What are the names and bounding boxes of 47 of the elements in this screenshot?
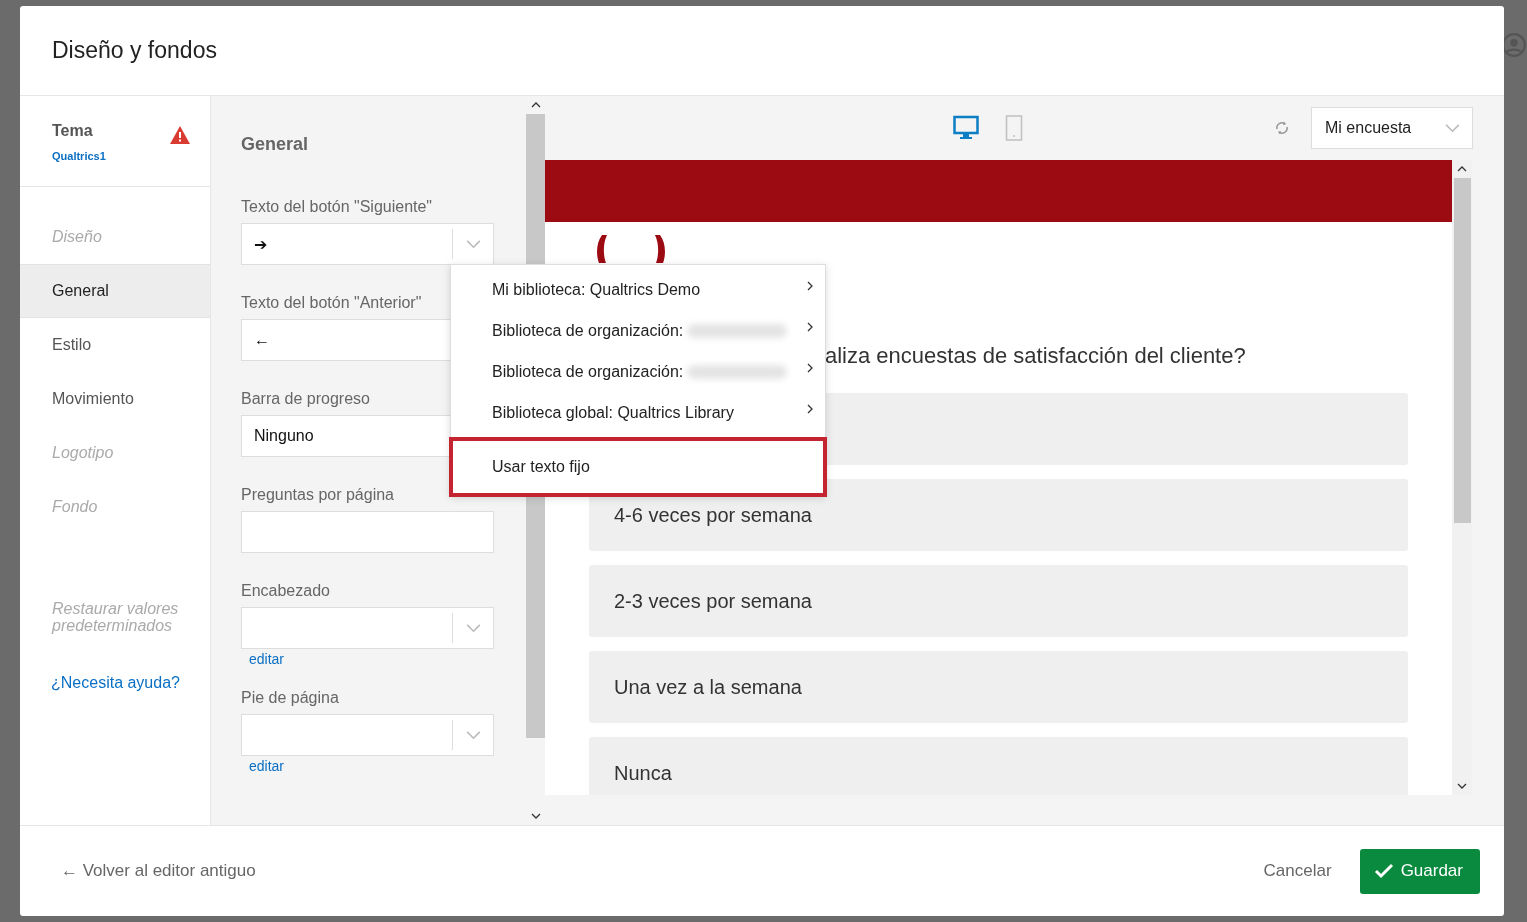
scroll-up-icon[interactable] bbox=[530, 102, 541, 108]
user-icon bbox=[1501, 32, 1527, 58]
answer-choice[interactable]: 2-3 veces por semana bbox=[589, 565, 1408, 637]
menu-item[interactable]: Mi biblioteca: Qualtrics Demo bbox=[451, 269, 825, 310]
field-label: Preguntas por página bbox=[241, 486, 395, 504]
chevron-right-icon bbox=[807, 321, 813, 332]
help-link[interactable]: ¿Necesita ayuda? bbox=[51, 674, 210, 692]
chevron-icon bbox=[465, 239, 481, 249]
chevron-right-icon bbox=[807, 280, 813, 291]
question-text: aliza encuestas de satisfacción del cliente? bbox=[825, 343, 1247, 369]
chevron-icon bbox=[465, 730, 481, 740]
section-heading: General bbox=[241, 134, 310, 155]
dialog-title: Diseño y fondos bbox=[52, 37, 217, 64]
theme-label: Tema bbox=[52, 122, 94, 140]
select-field[interactable] bbox=[241, 607, 494, 649]
answer-choice[interactable]: 4-6 veces por semana bbox=[589, 479, 1408, 551]
nav-item[interactable]: Movimiento bbox=[20, 372, 210, 426]
input-field[interactable] bbox=[241, 511, 494, 553]
chevron-right-icon bbox=[807, 362, 813, 373]
select-field[interactable] bbox=[241, 714, 494, 756]
nav-item[interactable]: General bbox=[20, 264, 210, 318]
answer-choice[interactable]: Nunca bbox=[589, 737, 1408, 795]
back-link[interactable]: ← Volver al editor antiguo bbox=[61, 861, 256, 881]
save-button[interactable]: Guardar bbox=[1359, 848, 1480, 894]
answer-choice[interactable]: Una vez a la semana bbox=[589, 651, 1408, 723]
nav-item[interactable]: Estilo bbox=[20, 318, 210, 372]
cancel-button[interactable]: Cancelar bbox=[1263, 861, 1332, 881]
chevron-icon bbox=[1445, 123, 1460, 133]
desktop-icon[interactable] bbox=[952, 115, 979, 141]
chevron-icon bbox=[465, 623, 481, 633]
select-field[interactable]: ➔ bbox=[241, 223, 494, 265]
scroll-up-icon[interactable] bbox=[1457, 166, 1467, 172]
field-label: Texto del botón "Anterior" bbox=[241, 294, 423, 312]
edit-link[interactable]: editar bbox=[249, 758, 285, 774]
menu-item[interactable]: Usar texto fijo bbox=[449, 437, 827, 497]
field-label: Barra de progreso bbox=[241, 390, 371, 408]
scroll-down-icon[interactable] bbox=[1457, 783, 1467, 789]
field-label: Texto del botón "Siguiente" bbox=[241, 198, 434, 216]
chevron-right-icon bbox=[807, 403, 813, 414]
refresh-icon[interactable] bbox=[1274, 120, 1290, 136]
field-label: Encabezado bbox=[241, 582, 331, 600]
scroll-down-icon[interactable] bbox=[530, 813, 541, 819]
survey-select[interactable]: Mi encuesta bbox=[1311, 107, 1473, 149]
edit-link[interactable]: editar bbox=[249, 651, 285, 667]
theme-name[interactable]: Qualtrics1 bbox=[52, 150, 106, 162]
check-icon bbox=[1373, 863, 1394, 879]
field-label: Pie de página bbox=[241, 689, 340, 707]
